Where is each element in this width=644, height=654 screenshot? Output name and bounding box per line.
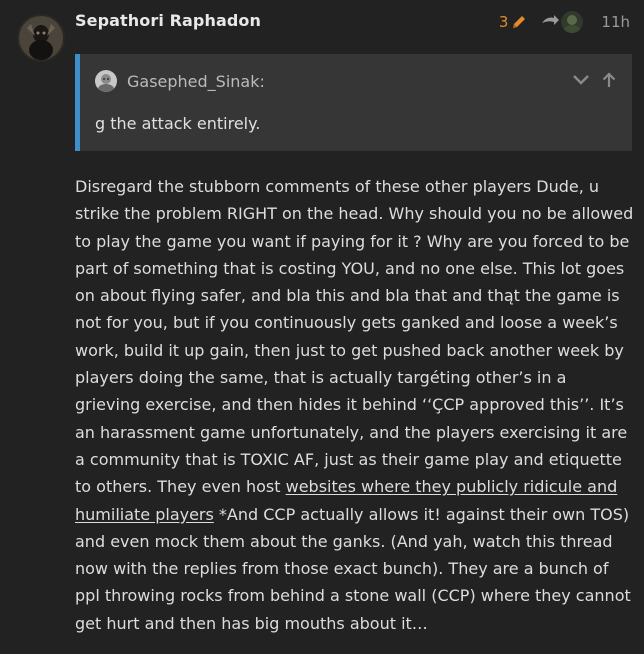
- quote-author: Gasephed_Sinak:: [127, 71, 265, 91]
- reply-to-button[interactable]: [541, 11, 584, 33]
- arrow-up-icon: [602, 72, 616, 87]
- jump-to-post-button[interactable]: [602, 72, 616, 88]
- chevron-down-icon: [573, 75, 589, 85]
- pencil-icon: [513, 16, 526, 28]
- reply-arrow-icon: [542, 15, 560, 25]
- reply-avatar: [561, 11, 584, 33]
- post-paragraph: Disregard the stubborn comments of these…: [75, 173, 635, 637]
- quote-block: Gasephed_Sinak: g the attack entirely.: [75, 54, 632, 151]
- quote-text: g the attack entirely.: [95, 114, 261, 133]
- post-timestamp[interactable]: 11h: [601, 13, 630, 31]
- post-meta: 3 11h: [499, 10, 630, 34]
- edit-history-button[interactable]: 3: [499, 13, 528, 31]
- quote-header: Gasephed_Sinak:: [95, 70, 265, 92]
- post-text-before-link: Disregard the stubborn comments of these…: [75, 177, 634, 497]
- quote-avatar: [95, 70, 117, 92]
- edit-count: 3: [498, 13, 509, 31]
- forum-post: Sepathori Raphadon 3 11h Gasephed_Sinak:…: [0, 0, 644, 654]
- expand-quote-button[interactable]: [572, 74, 590, 86]
- quote-controls: [560, 72, 616, 88]
- post-body: Disregard the stubborn comments of these…: [75, 173, 635, 637]
- username[interactable]: Sepathori Raphadon: [75, 11, 261, 30]
- user-avatar[interactable]: [17, 14, 65, 62]
